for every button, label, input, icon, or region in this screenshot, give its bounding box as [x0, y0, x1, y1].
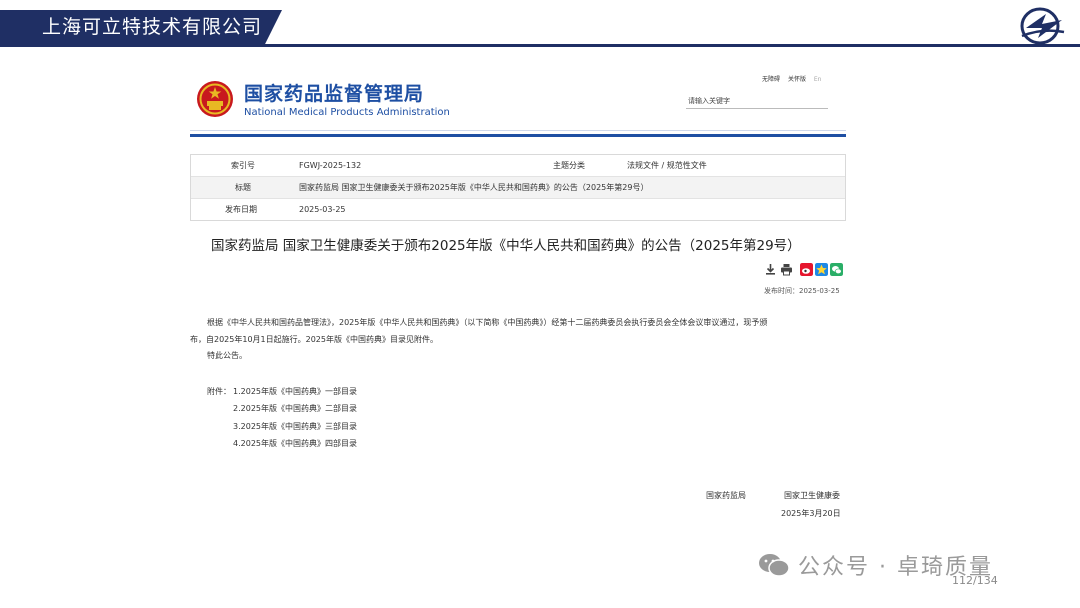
meta-label: 主题分类: [553, 161, 585, 170]
meta-row-date: 发布日期 2025-03-25: [191, 199, 845, 220]
meta-row-index: 索引号 FGWJ-2025-132 主题分类 法规文件 / 规范性文件: [191, 155, 845, 177]
care-mode-link[interactable]: 关怀版: [788, 76, 806, 83]
document-meta-table: 索引号 FGWJ-2025-132 主题分类 法规文件 / 规范性文件 标题 国…: [190, 154, 846, 221]
signer-nmpa: 国家药监局: [706, 491, 746, 500]
header-rule: [0, 44, 1080, 47]
meta-value: FGWJ-2025-132: [299, 161, 362, 170]
top-links: 无障碍 关怀版 En: [762, 76, 827, 84]
meta-label: 索引号: [231, 161, 255, 170]
site-name-en: National Medical Products Administration: [244, 107, 450, 118]
attachments-label: 附件：: [207, 387, 231, 396]
company-title: 上海可立特技术有限公司: [42, 16, 263, 38]
sign-date: 2025年3月20日: [781, 509, 841, 518]
meta-label: 标题: [235, 183, 251, 192]
site-name-cn[interactable]: 国家药品监督管理局: [244, 83, 424, 105]
download-icon[interactable]: [764, 263, 777, 276]
print-icon[interactable]: [780, 263, 793, 276]
article-paragraph: 根据《中华人民共和国药品管理法》，2025年版《中华人民共和国药典》（以下简称《…: [207, 318, 768, 327]
site-divider-thin: [190, 130, 846, 131]
article-paragraph: 布，自2025年10月1日起施行。2025年版《中国药典》目录见附件。: [190, 335, 438, 344]
meta-label: 发布日期: [225, 205, 257, 214]
search-input[interactable]: 请输入关键字: [686, 94, 828, 109]
publish-time: 发布时间：2025-03-25: [764, 287, 840, 295]
meta-value: 国家药监局 国家卫生健康委关于颁布2025年版《中华人民共和国药典》的公告（20…: [299, 183, 649, 192]
weibo-icon[interactable]: [800, 263, 813, 276]
signer-nhc: 国家卫生健康委: [784, 491, 840, 500]
meta-value: 2025-03-25: [299, 205, 346, 214]
english-link[interactable]: En: [814, 76, 822, 83]
page-number: 112/134: [952, 574, 998, 587]
attachment-link[interactable]: 4.2025年版《中国药典》四部目录: [233, 438, 357, 450]
article-closing: 特此公告。: [207, 351, 247, 360]
accessibility-link[interactable]: 无障碍: [762, 76, 780, 83]
wechat-watermark-icon: [759, 554, 790, 577]
wechat-icon[interactable]: [830, 263, 843, 276]
attachment-link[interactable]: 1.2025年版《中国药典》一部目录: [233, 386, 357, 398]
meta-value: 法规文件 / 规范性文件: [627, 161, 707, 170]
article-title: 国家药监局 国家卫生健康委关于颁布2025年版《中华人民共和国药典》的公告（20…: [211, 238, 801, 254]
qzone-icon[interactable]: [815, 263, 828, 276]
national-emblem-icon: [197, 81, 233, 117]
site-divider: [190, 134, 846, 137]
company-logo-icon: [1020, 7, 1065, 45]
meta-row-title: 标题 国家药监局 国家卫生健康委关于颁布2025年版《中华人民共和国药典》的公告…: [191, 177, 845, 199]
attachment-link[interactable]: 3.2025年版《中国药典》三部目录: [233, 421, 357, 433]
attachment-link[interactable]: 2.2025年版《中国药典》二部目录: [233, 403, 357, 415]
